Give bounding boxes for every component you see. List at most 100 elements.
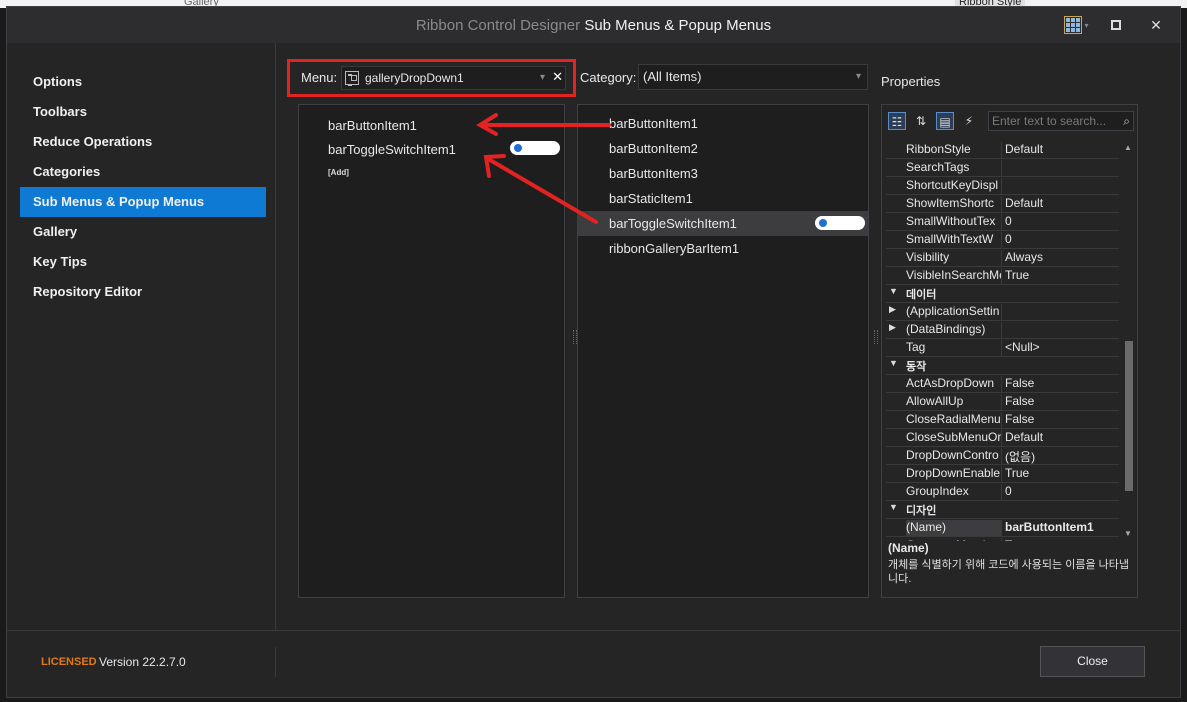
property-row[interactable]: GroupIndex 0 [886, 483, 1119, 501]
property-name: ActAsDropDown [906, 376, 1002, 392]
property-row[interactable]: Visibility Always [886, 249, 1119, 267]
nav-item-options[interactable]: Options [20, 67, 266, 97]
add-item-link[interactable]: [Add] [328, 168, 349, 177]
search-icon: ⌕ [1123, 114, 1130, 128]
property-row[interactable]: ShowItemShortc Default [886, 195, 1119, 213]
property-name: (ApplicationSettin [906, 304, 1002, 320]
property-row[interactable]: Tag <Null> [886, 339, 1119, 357]
toggle-switch-icon[interactable] [510, 141, 560, 155]
list-item[interactable]: barButtonItem2 [578, 136, 868, 161]
nav-item-key-tips[interactable]: Key Tips [20, 247, 266, 277]
property-category-row[interactable]: ▼ 디자인 [886, 501, 1119, 519]
property-category-row[interactable]: ▼ 동작 [886, 357, 1119, 375]
property-value[interactable]: 0 [1005, 214, 1117, 228]
list-item[interactable]: barButtonItem1 [328, 118, 417, 133]
property-row[interactable]: DropDownContro (없음) [886, 447, 1119, 465]
nav-item-repository-editor[interactable]: Repository Editor [20, 277, 266, 307]
category-name: 디자인 [906, 505, 937, 517]
property-row[interactable]: SearchTags [886, 159, 1119, 177]
property-row[interactable]: ▶ (DataBindings) [886, 321, 1119, 339]
expand-triangle-icon[interactable]: ▶ [889, 322, 896, 333]
list-item[interactable]: barStaticItem1 [578, 186, 868, 211]
property-value[interactable]: 0 [1005, 484, 1117, 498]
property-name: Visibility [906, 250, 1002, 266]
property-value[interactable]: Default [1005, 196, 1117, 210]
category-label: Category: [580, 70, 637, 85]
category-select[interactable]: (All Items) ▾ [638, 64, 868, 90]
skin-grid-icon[interactable]: ▾ [1063, 15, 1089, 35]
close-window-icon[interactable]: ✕ [1146, 15, 1166, 35]
list-item[interactable]: barButtonItem1 [578, 111, 868, 136]
property-row[interactable]: CloseSubMenuOr Default [886, 429, 1119, 447]
list-item[interactable]: ribbonGalleryBarItem1 [578, 236, 868, 261]
property-value[interactable]: False [1005, 376, 1117, 390]
property-row[interactable]: DropDownEnable True [886, 465, 1119, 483]
property-row[interactable]: SmallWithTextW 0 [886, 231, 1119, 249]
list-item[interactable]: barToggleSwitchItem1 [328, 142, 456, 157]
chevron-down-icon[interactable]: ▾ [856, 65, 861, 89]
property-search-input[interactable]: Enter text to search... ⌕ [988, 111, 1134, 131]
sort-alpha-icon[interactable]: ⇅ [912, 112, 930, 130]
categorized-icon[interactable]: ☷ [888, 112, 906, 130]
property-category-row[interactable]: ▼ 데이터 [886, 285, 1119, 303]
property-name: CloseRadialMenuC [906, 412, 1002, 428]
nav-item-gallery[interactable]: Gallery [20, 217, 266, 247]
title-bar[interactable]: Ribbon Control Designer Sub Menus & Popu… [7, 7, 1180, 43]
list-item-selected[interactable]: barToggleSwitchItem1 [578, 211, 868, 236]
property-value[interactable]: Default [1005, 430, 1117, 444]
property-grid: ☷ ⇅ ▤ ⚡ Enter text to search... ⌕ Ribbon… [881, 104, 1138, 598]
property-row[interactable]: SmallWithoutTex 0 [886, 213, 1119, 231]
property-row[interactable]: ShortcutKeyDispl [886, 177, 1119, 195]
collapse-triangle-icon[interactable]: ▼ [889, 358, 898, 368]
property-value[interactable]: Always [1005, 250, 1117, 264]
toggle-switch-icon[interactable] [815, 216, 865, 230]
collapse-triangle-icon[interactable]: ▼ [889, 286, 898, 296]
property-description: 개체를 식별하기 위해 코드에 사용되는 이름을 나타냅니다. [888, 559, 1129, 585]
nav-item-categories[interactable]: Categories [20, 157, 266, 187]
nav-item-sub-menus[interactable]: Sub Menus & Popup Menus [20, 187, 266, 217]
property-row-selected[interactable]: (Name) barButtonItem1 [886, 519, 1119, 537]
menu-items-list[interactable]: barButtonItem1 barToggleSwitchItem1 [Add… [298, 104, 565, 598]
property-value[interactable]: barButtonItem1 [1005, 520, 1117, 534]
property-name: SmallWithoutTex [906, 214, 1002, 230]
property-value[interactable]: 0 [1005, 232, 1117, 246]
close-button[interactable]: Close [1040, 646, 1145, 677]
property-row[interactable]: ActAsDropDown False [886, 375, 1119, 393]
property-value[interactable]: (없음) [1005, 448, 1117, 465]
property-value[interactable]: <Null> [1005, 340, 1117, 354]
property-rows[interactable]: RibbonStyle Default SearchTags ShortcutKeyD… [886, 141, 1119, 541]
nav-item-reduce-operations[interactable]: Reduce Operations [20, 127, 266, 157]
property-row[interactable]: CloseRadialMenuC False [886, 411, 1119, 429]
left-nav: Options Toolbars Reduce Operations Categ… [7, 43, 276, 631]
property-row[interactable]: RibbonStyle Default [886, 141, 1119, 159]
available-items-list[interactable]: barButtonItem1 barButtonItem2 barButtonI… [577, 104, 869, 598]
property-value[interactable]: True [1005, 466, 1117, 480]
scroll-up-icon[interactable]: ▲ [1124, 143, 1132, 152]
scroll-thumb[interactable] [1125, 341, 1133, 491]
property-description-title: (Name) [888, 541, 929, 555]
property-value[interactable]: Default [1005, 142, 1117, 156]
category-name: 동작 [906, 361, 927, 373]
property-value[interactable]: True [1005, 538, 1117, 541]
property-row[interactable]: VisibleInSearchMe True [886, 267, 1119, 285]
search-placeholder: Enter text to search... [992, 114, 1107, 128]
footer-divider [6, 630, 1181, 631]
collapse-triangle-icon[interactable]: ▼ [889, 502, 898, 512]
list-item[interactable]: barButtonItem3 [578, 161, 868, 186]
splitter-handle[interactable] [874, 330, 878, 344]
property-value[interactable]: True [1005, 268, 1117, 282]
property-row[interactable]: AllowAllUp False [886, 393, 1119, 411]
expand-triangle-icon[interactable]: ▶ [889, 304, 896, 315]
property-row[interactable]: ▶ (ApplicationSettin [886, 303, 1119, 321]
nav-item-toolbars[interactable]: Toolbars [20, 97, 266, 127]
property-name: SmallWithTextW [906, 232, 1002, 248]
maximize-icon[interactable] [1106, 15, 1126, 35]
scroll-down-icon[interactable]: ▼ [1124, 529, 1132, 538]
property-name: AllowAllUp [906, 394, 1002, 410]
events-lightning-icon[interactable]: ⚡ [960, 112, 978, 130]
property-scrollbar[interactable]: ▲ ▼ [1123, 141, 1135, 541]
property-name: (DataBindings) [906, 322, 1002, 338]
property-value[interactable]: False [1005, 394, 1117, 408]
property-pages-icon[interactable]: ▤ [936, 112, 954, 130]
property-value[interactable]: False [1005, 412, 1117, 426]
